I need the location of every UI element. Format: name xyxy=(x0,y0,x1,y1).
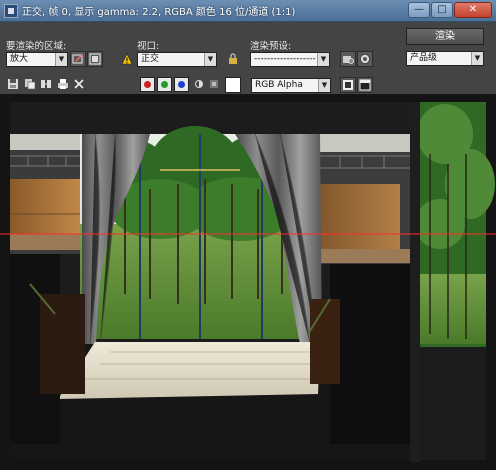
quality-dropdown[interactable]: 产品级 ▼ xyxy=(406,51,484,66)
area-auto-icon[interactable] xyxy=(87,51,103,67)
quality-value: 产品级 xyxy=(410,53,438,63)
chevron-down-icon: ▼ xyxy=(318,79,330,92)
blue-channel-button[interactable] xyxy=(174,77,189,92)
render-button[interactable]: 渲染 xyxy=(406,28,484,45)
display-icon[interactable] xyxy=(340,77,356,93)
frame-toggle-icon[interactable] xyxy=(357,77,373,93)
viewport-value: 正交 xyxy=(141,54,160,64)
clone-icon[interactable] xyxy=(39,78,52,91)
environment-icon[interactable] xyxy=(357,51,373,67)
viewport-dropdown[interactable]: 正交 ▼ xyxy=(137,52,217,67)
chevron-down-icon: ▼ xyxy=(471,52,483,65)
render-setup-icon[interactable] xyxy=(340,51,356,67)
chevron-down-icon: ▼ xyxy=(204,53,216,66)
alpha-toggle-icon[interactable] xyxy=(192,79,205,92)
title-bar[interactable]: 正交, 帧 0, 显示 gamma: 2.2, RGBA 颜色 16 位/通道 … xyxy=(0,0,496,22)
render-frame-viewport[interactable] xyxy=(0,94,496,470)
area-label: 要渲染的区域: xyxy=(6,41,67,52)
close-button[interactable]: ✕ xyxy=(454,2,492,18)
maximize-button[interactable]: □ xyxy=(431,2,453,18)
green-channel-button[interactable] xyxy=(157,77,172,92)
red-channel-button[interactable] xyxy=(140,77,155,92)
viewport-label: 视口: xyxy=(137,41,160,52)
chevron-down-icon: ▼ xyxy=(317,53,329,66)
green-channel-dot xyxy=(161,81,168,88)
copy-icon[interactable] xyxy=(23,78,36,91)
rendered-image xyxy=(0,94,496,470)
mono-icon[interactable] xyxy=(207,79,220,92)
minimize-button[interactable]: — xyxy=(408,2,430,18)
preset-value: ------------------- xyxy=(254,54,316,64)
clear-icon[interactable] xyxy=(72,78,85,91)
lock-icon[interactable] xyxy=(226,53,239,66)
app-icon xyxy=(4,3,18,18)
render-toolbar: 要渲染的区域: 放大 ▼ 视口: 正交 ▼ 渲染预设: ------------… xyxy=(0,22,496,94)
save-icon[interactable] xyxy=(6,78,19,91)
area-dropdown[interactable]: 放大 ▼ xyxy=(6,52,68,67)
window-controls: — □ ✕ xyxy=(408,2,492,18)
area-value: 放大 xyxy=(10,54,29,64)
channel-value: RGB Alpha xyxy=(255,80,303,90)
warning-icon xyxy=(120,53,133,66)
red-channel-dot xyxy=(144,81,151,88)
channel-dropdown[interactable]: RGB Alpha ▼ xyxy=(251,78,331,93)
preset-label: 渲染预设: xyxy=(250,41,292,52)
window-title: 正交, 帧 0, 显示 gamma: 2.2, RGBA 颜色 16 位/通道 … xyxy=(22,7,296,18)
print-icon[interactable] xyxy=(56,78,69,91)
preset-dropdown[interactable]: ------------------- ▼ xyxy=(250,52,330,67)
blue-channel-dot xyxy=(178,81,185,88)
color-swatch[interactable] xyxy=(225,77,241,93)
area-edit-icon[interactable] xyxy=(70,51,86,67)
chevron-down-icon: ▼ xyxy=(55,53,67,66)
